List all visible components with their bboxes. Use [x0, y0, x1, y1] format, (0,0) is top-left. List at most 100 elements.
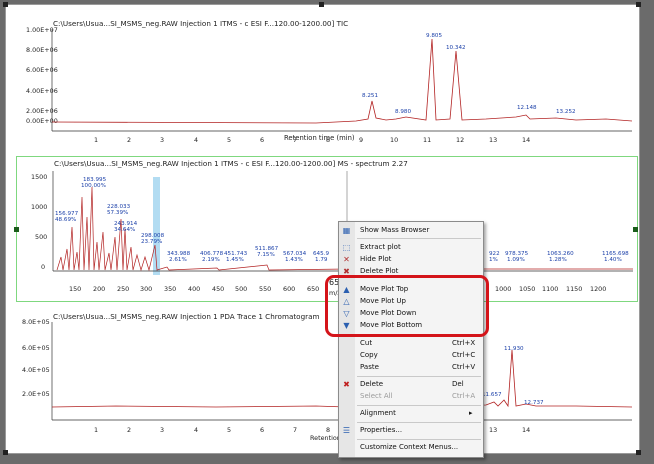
- pda-ytick: 8.0E+05: [22, 318, 50, 326]
- menu-item-select-all[interactable]: Select All Ctrl+A: [339, 391, 483, 402]
- menu-item-hide-plot[interactable]: ✕ Hide Plot: [339, 254, 483, 265]
- resize-handle[interactable]: [3, 450, 8, 455]
- ms-peak-pct: 1.79: [315, 257, 328, 263]
- menu-item-cut[interactable]: Cut Ctrl+X: [339, 338, 483, 349]
- pda-xtick: 8: [326, 426, 330, 434]
- menu-item-label: Hide Plot: [360, 255, 392, 263]
- menu-item-paste[interactable]: Paste Ctrl+V: [339, 362, 483, 373]
- menu-item-show-mass-browser[interactable]: ▦ Show Mass Browser: [339, 225, 483, 236]
- ms-xtick: 200: [93, 285, 105, 293]
- resize-handle[interactable]: [3, 2, 8, 7]
- tic-peak-label: 8.251: [362, 93, 378, 99]
- mass-browser-icon: ▦: [342, 226, 351, 235]
- properties-icon: ☰: [342, 426, 351, 435]
- menu-item-shortcut: Ctrl+X: [452, 339, 476, 347]
- resize-handle[interactable]: [633, 227, 638, 232]
- tic-xtick: 13: [489, 136, 497, 144]
- pda-xtick: 7: [293, 426, 297, 434]
- tic-xtick: 5: [227, 136, 231, 144]
- ms-xtick: 1150: [566, 285, 582, 293]
- pda-peak-label: 11.930: [504, 346, 524, 352]
- tic-ytick: 6.00E+06: [26, 66, 58, 74]
- tic-trace: [51, 38, 633, 124]
- ms-peak-pct: 48.69%: [55, 217, 76, 223]
- tic-ytick: 1.00E+07: [26, 26, 58, 34]
- menu-item-shortcut: Ctrl+C: [452, 351, 476, 359]
- pda-ytick: 4.0E+05: [22, 366, 50, 374]
- submenu-arrow-icon: ▸: [469, 409, 473, 417]
- menu-item-copy[interactable]: Copy Ctrl+C: [339, 350, 483, 361]
- menu-item-label: Show Mass Browser: [360, 226, 430, 234]
- menu-item-shortcut: Ctrl+V: [452, 363, 476, 371]
- tic-xtick: 10: [390, 136, 398, 144]
- ms-ytick: 500: [35, 233, 47, 241]
- tic-xtick: 3: [160, 136, 164, 144]
- pda-xtick: 4: [194, 426, 198, 434]
- ms-peak-pct: 1.40%: [604, 257, 622, 263]
- menu-item-label: Paste: [360, 363, 379, 371]
- menu-item-label: Properties...: [360, 426, 403, 434]
- tic-xtick: 9: [359, 136, 363, 144]
- menu-item-delete[interactable]: ✖ Delete Del: [339, 379, 483, 390]
- tic-xtick: 2: [127, 136, 131, 144]
- resize-handle[interactable]: [636, 450, 641, 455]
- ms-peak-pct: 1.09%: [507, 257, 525, 263]
- ms-peak-pct: 1.28%: [549, 257, 567, 263]
- tic-peak-label: 13.252: [556, 109, 576, 115]
- ms-xtick: 1200: [590, 285, 606, 293]
- menu-item-extract-plot[interactable]: ⬚ Extract plot: [339, 242, 483, 253]
- pda-xtick: 1: [94, 426, 98, 434]
- plot-canvas[interactable]: C:\Users\Usua...SI_MSMS_neg.RAW Injectio…: [3, 2, 641, 455]
- resize-handle[interactable]: [636, 2, 641, 7]
- tic-xlabel: Retention time (min): [284, 134, 355, 142]
- menu-item-label: Cut: [360, 339, 373, 347]
- ms-xtick: 450: [212, 285, 224, 293]
- hide-plot-icon: ✕: [343, 255, 350, 264]
- tic-peak-label: 10.342: [446, 45, 466, 51]
- pda-xtick: 13: [489, 426, 497, 434]
- pda-peak-label: 12.737: [524, 400, 544, 406]
- delete-icon: ✖: [343, 380, 350, 389]
- menu-item-label: Delete: [360, 380, 383, 388]
- extract-plot-icon: ⬚: [342, 243, 351, 252]
- menu-item-properties[interactable]: ☰ Properties...: [339, 425, 483, 436]
- menu-item-label: Alignment: [360, 409, 396, 417]
- pda-peak-label: 11.657: [482, 392, 502, 398]
- tic-xtick: 4: [194, 136, 198, 144]
- ms-peak-pct: 57.39%: [107, 210, 128, 216]
- ms-xtick: 250: [117, 285, 129, 293]
- ms-xtick: 650: [307, 285, 319, 293]
- ms-xtick: 1100: [542, 285, 558, 293]
- ms-peak-pct: 1%: [489, 257, 498, 263]
- menu-item-customize-context-menus[interactable]: Customize Context Menus...: [339, 442, 483, 453]
- ms-xtick: 1050: [519, 285, 535, 293]
- menu-item-label: Delete Plot: [360, 267, 399, 275]
- ms-xtick: 150: [69, 285, 81, 293]
- ms-peak-pct: 1.43%: [285, 257, 303, 263]
- tic-ytick: 8.00E+06: [26, 46, 58, 54]
- tic-ytick: 0.00E+00: [26, 117, 58, 125]
- menu-item-label: Customize Context Menus...: [360, 443, 459, 451]
- ms-peak-pct: 7.15%: [257, 252, 275, 258]
- tic-xtick: 1: [94, 136, 98, 144]
- ms-ytick: 1000: [31, 203, 47, 211]
- tic-xtick: 14: [522, 136, 530, 144]
- menu-item-label: Extract plot: [360, 243, 401, 251]
- pda-xlabel: Retention: [310, 434, 341, 442]
- pda-ytick: 2.0E+05: [22, 390, 50, 398]
- ms-ytick: 0: [41, 263, 45, 271]
- menu-item-shortcut: Ctrl+A: [452, 392, 476, 400]
- ms-peak-pct: 23.79%: [141, 239, 162, 245]
- pda-xtick: 5: [227, 426, 231, 434]
- pda-xtick: 3: [160, 426, 164, 434]
- ms-peak-pct: 34.64%: [114, 227, 135, 233]
- pda-xtick: 2: [127, 426, 131, 434]
- ms-peak-pct: 2.19%: [202, 257, 220, 263]
- tic-xtick: 11: [423, 136, 431, 144]
- ms-xtick: 550: [259, 285, 271, 293]
- resize-handle[interactable]: [319, 2, 324, 7]
- menu-item-alignment[interactable]: Alignment ▸: [339, 408, 483, 419]
- ms-ytick: 1500: [31, 173, 47, 181]
- resize-handle[interactable]: [14, 227, 19, 232]
- tic-plot-panel[interactable]: C:\Users\Usua...SI_MSMS_neg.RAW Injectio…: [16, 19, 636, 145]
